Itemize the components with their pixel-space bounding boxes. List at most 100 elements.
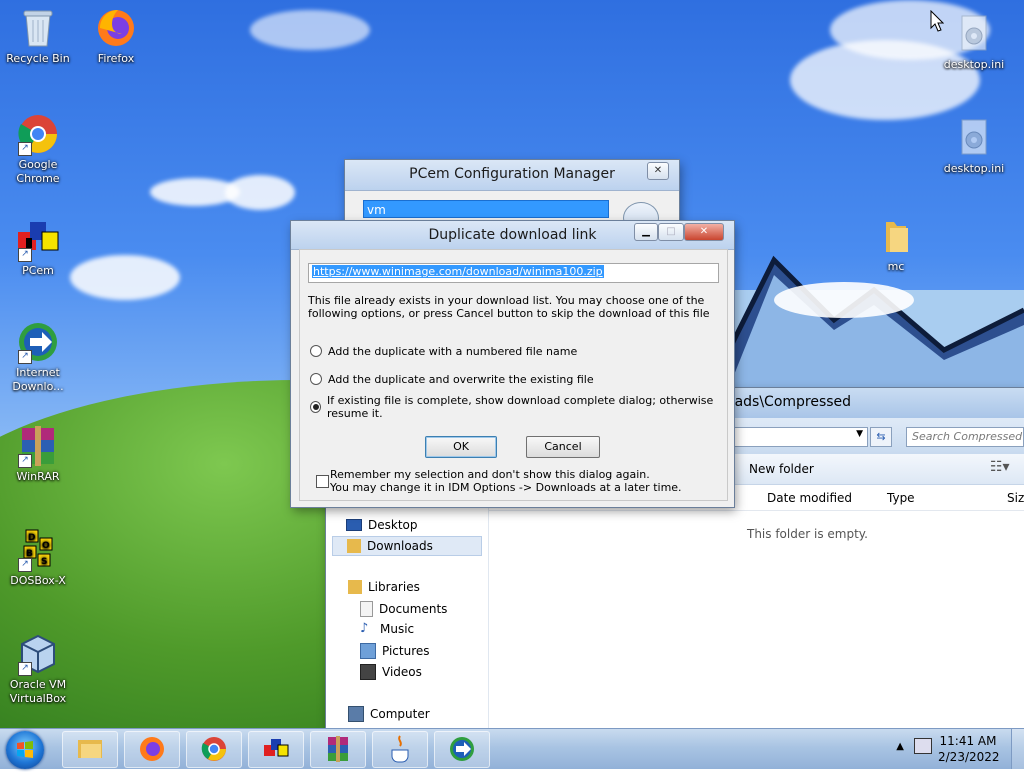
taskbar-winrar[interactable]: [310, 731, 366, 768]
desktop-icon-label: Recycle Bin: [6, 52, 70, 65]
desktop-icon-recycle-bin[interactable]: Recycle Bin: [0, 6, 76, 66]
nav-item-documents[interactable]: Documents: [360, 601, 447, 617]
settings-file-icon: [952, 12, 996, 56]
remember-label: Remember my selection and don't show thi…: [330, 468, 682, 494]
desktop-icon-virtualbox[interactable]: ↗ Oracle VM VirtualBox: [0, 632, 76, 706]
column-header-size[interactable]: Size: [1007, 491, 1024, 505]
taskbar-pcem[interactable]: [248, 731, 304, 768]
cancel-button[interactable]: Cancel: [526, 436, 600, 458]
libraries-icon: [348, 580, 362, 594]
option-numbered-file[interactable]: Add the duplicate with a numbered file n…: [310, 343, 577, 359]
taskbar-idm[interactable]: [434, 731, 490, 768]
firefox-icon: [94, 6, 138, 50]
desktop-icon-desktop-ini-2[interactable]: desktop.ini: [936, 116, 1012, 176]
documents-icon: [360, 601, 373, 617]
desktop-icon-label: Google Chrome: [16, 158, 60, 185]
dialog-message: This file already exists in your downloa…: [308, 294, 710, 320]
desktop-icon-pcem[interactable]: ↗ PCem: [0, 218, 76, 278]
firefox-icon: [140, 737, 164, 761]
pcem-close-button[interactable]: ✕: [647, 162, 669, 180]
taskbar-explorer[interactable]: [62, 731, 118, 768]
column-header-date-modified[interactable]: Date modified: [767, 491, 852, 505]
winrar-icon: [328, 736, 348, 762]
clock[interactable]: 11:41 AM 2/23/2022: [938, 733, 1000, 765]
nav-item-desktop[interactable]: Desktop: [346, 518, 418, 532]
desktop-icon-dosbox-x[interactable]: DOBS ↗ DOSBox-X: [0, 528, 76, 588]
desktop-icon-google-chrome[interactable]: ↗ Google Chrome: [0, 112, 76, 186]
virtualbox-icon: ↗: [16, 632, 60, 676]
search-placeholder: Search Compressed: [912, 430, 1023, 443]
remember-checkbox[interactable]: [316, 475, 329, 488]
chrome-icon: [201, 737, 226, 761]
taskbar-chrome[interactable]: [186, 731, 242, 768]
start-button[interactable]: [6, 731, 44, 769]
view-options-icon[interactable]: ☷▾: [990, 459, 1010, 475]
shortcut-arrow-icon: ↗: [18, 248, 32, 262]
dialog-titlebar[interactable]: Duplicate download link ▁ □ ✕: [291, 221, 734, 250]
new-folder-button[interactable]: New folder: [749, 462, 814, 476]
internet-download-manager-icon: [450, 737, 474, 761]
chrome-icon: ↗: [16, 112, 60, 156]
address-field[interactable]: ▼: [726, 427, 868, 447]
dialog-close-button[interactable]: ✕: [684, 223, 724, 241]
nav-item-downloads[interactable]: Downloads: [332, 536, 482, 556]
windows-logo-icon: [17, 741, 33, 758]
url-field[interactable]: https://www.winimage.com/download/winima…: [308, 263, 719, 283]
pcem-icon: [264, 739, 289, 757]
mouse-cursor-icon: [930, 10, 944, 32]
pcem-icon: ↗: [16, 218, 60, 262]
shortcut-arrow-icon: ↗: [18, 142, 32, 156]
desktop-icon-winrar[interactable]: ↗ WinRAR: [0, 424, 76, 484]
shortcut-arrow-icon: ↗: [18, 662, 32, 676]
desktop-icon-idm[interactable]: ↗ Internet Downlo...: [0, 320, 76, 394]
empty-folder-message: This folder is empty.: [747, 527, 868, 541]
show-hidden-icons-icon[interactable]: ▲: [896, 741, 904, 752]
url-text: https://www.winimage.com/download/winima…: [312, 265, 604, 278]
nav-item-libraries[interactable]: Libraries: [348, 580, 420, 594]
clock-time: 11:41 AM: [939, 734, 997, 748]
search-input[interactable]: Search Compressed: [906, 427, 1024, 447]
java-icon: [391, 735, 409, 763]
desktop-icon-label: desktop.ini: [943, 58, 1005, 71]
option-overwrite-file[interactable]: Add the duplicate and overwrite the exis…: [310, 371, 594, 387]
ok-button[interactable]: OK: [425, 436, 497, 458]
internet-download-manager-icon: ↗: [16, 320, 60, 364]
desktop-icon-label: mc: [887, 260, 905, 273]
folder-icon: [874, 214, 918, 258]
clock-date: 2/23/2022: [938, 750, 1000, 764]
cloud: [70, 255, 180, 300]
radio-button[interactable]: [310, 345, 322, 357]
nav-item-music[interactable]: ♪ Music: [360, 621, 414, 637]
downloads-folder-icon: [347, 539, 361, 553]
nav-item-computer[interactable]: Computer: [348, 706, 430, 722]
radio-button[interactable]: [310, 373, 322, 385]
radio-button-selected[interactable]: [310, 401, 321, 413]
nav-item-pictures[interactable]: Pictures: [360, 643, 430, 659]
desktop-icon-mc-folder[interactable]: mc: [858, 214, 934, 274]
shortcut-arrow-icon: ↗: [18, 454, 32, 468]
duplicate-download-dialog[interactable]: Duplicate download link ▁ □ ✕ https://ww…: [291, 221, 734, 507]
svg-text:S: S: [41, 557, 47, 567]
maximize-button[interactable]: □: [658, 223, 684, 241]
desktop-folder-icon: [346, 519, 362, 531]
refresh-icon[interactable]: ⇆: [870, 427, 892, 447]
desktop-icon-label: Internet Downlo...: [12, 366, 64, 393]
column-header-type[interactable]: Type: [887, 491, 915, 505]
show-desktop-button[interactable]: [1011, 729, 1024, 769]
pcem-list-selected-item[interactable]: vm: [363, 200, 609, 218]
dialog-body: https://www.winimage.com/download/winima…: [299, 249, 728, 501]
music-icon: ♪: [360, 621, 369, 636]
desktop-icon-desktop-ini-1[interactable]: desktop.ini: [936, 12, 1012, 72]
taskbar-java[interactable]: [372, 731, 428, 768]
chevron-down-icon[interactable]: ▼: [856, 429, 863, 439]
minimize-button[interactable]: ▁: [634, 223, 658, 241]
option-resume-file[interactable]: If existing file is complete, show downl…: [310, 394, 727, 420]
desktop-icon-firefox[interactable]: Firefox: [78, 6, 154, 66]
pcem-titlebar[interactable]: PCem Configuration Manager ✕: [345, 160, 679, 191]
network-icon[interactable]: [914, 738, 932, 754]
taskbar-firefox[interactable]: [124, 731, 180, 768]
nav-item-videos[interactable]: Videos: [360, 664, 422, 680]
cloud: [225, 175, 295, 210]
pcem-config-window[interactable]: PCem Configuration Manager ✕ vm: [345, 160, 679, 234]
desktop-icon-label: Firefox: [97, 52, 135, 65]
